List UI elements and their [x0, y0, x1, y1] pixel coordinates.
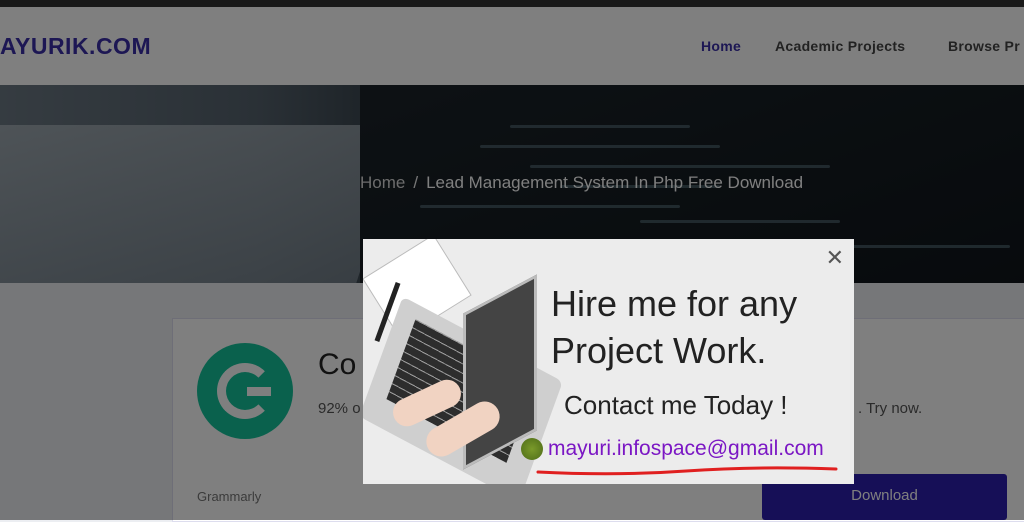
- email-underline-stroke: [536, 466, 838, 476]
- hire-me-popup: ✕ Hire me for any Project Work. Contact …: [363, 239, 854, 484]
- close-icon[interactable]: ✕: [826, 245, 844, 271]
- popup-email-link[interactable]: mayuri.infospace@gmail.com: [548, 437, 824, 461]
- popup-contact-text: Contact me Today !: [564, 390, 788, 420]
- popup-headline-line2: Project Work.: [551, 330, 767, 371]
- popup-headline-line1: Hire me for any: [551, 283, 798, 324]
- plant-image: [521, 438, 543, 460]
